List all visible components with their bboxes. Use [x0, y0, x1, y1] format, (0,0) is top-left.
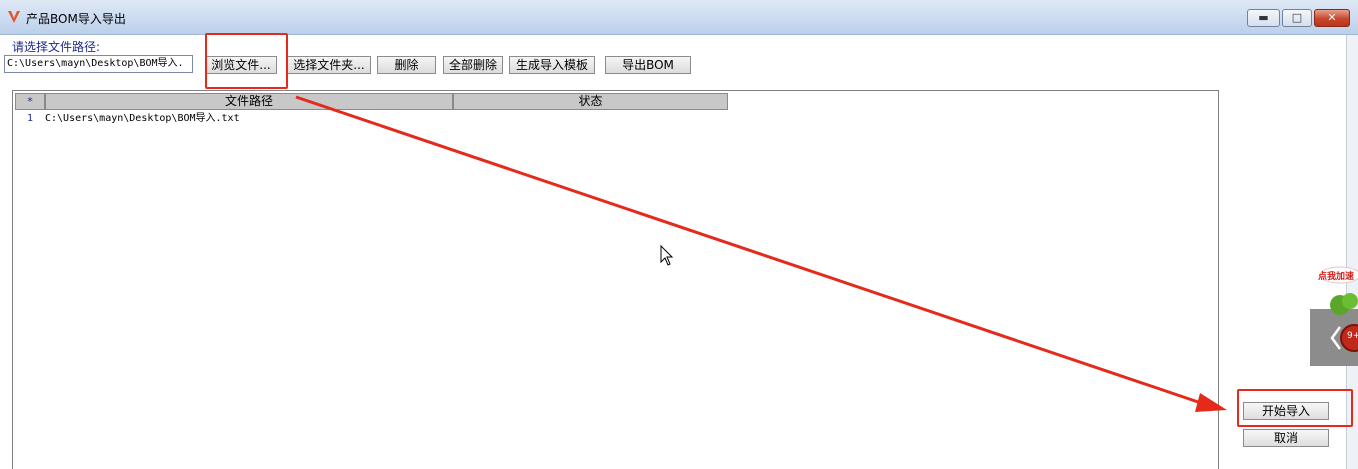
- annotation-arrow: [295, 95, 1227, 412]
